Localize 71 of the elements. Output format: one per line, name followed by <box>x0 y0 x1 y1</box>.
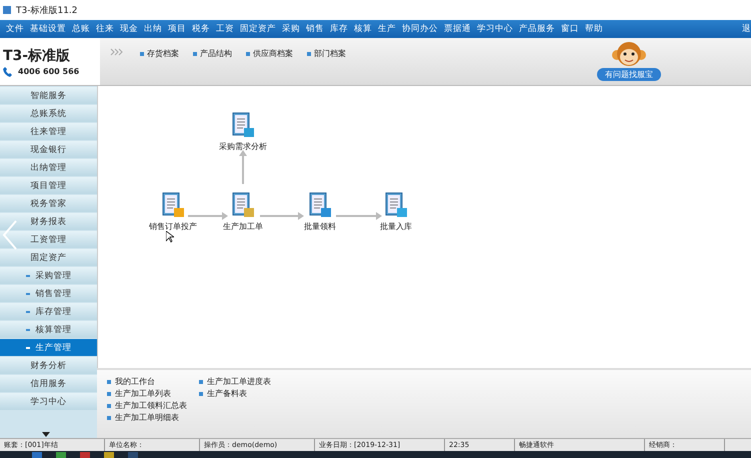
menu-item[interactable]: 学习中心 <box>477 23 513 35</box>
flow-arrow <box>239 150 247 184</box>
monkey-mascot-icon <box>611 40 647 68</box>
clipboard-icon[interactable] <box>231 191 255 219</box>
sidebar-item[interactable]: 出纳管理 <box>0 159 97 176</box>
sidebar-item[interactable]: 库存管理 <box>0 303 97 320</box>
clipboard-icon[interactable] <box>161 191 185 219</box>
menu-item[interactable]: 退 <box>742 23 751 35</box>
flow-node-label[interactable]: 生产加工单 <box>223 221 263 232</box>
flow-node-label[interactable]: 批量入库 <box>380 221 412 232</box>
sidebar-item[interactable]: 工资管理 <box>0 231 97 248</box>
sidebar-item[interactable]: 项目管理 <box>0 177 97 194</box>
menu-item[interactable]: 文件 <box>6 23 24 35</box>
sidebar-item[interactable]: 生产管理 <box>0 339 97 356</box>
menu-item[interactable]: 销售 <box>306 23 324 35</box>
sidebar-item[interactable]: 税务管家 <box>0 195 97 212</box>
sidebar-item[interactable]: 智能服务 <box>0 87 97 104</box>
sidebar-item[interactable]: 采购管理 <box>0 267 97 284</box>
report-link[interactable]: 生产备料表 <box>199 388 271 399</box>
menu-item[interactable]: 采购 <box>282 23 300 35</box>
sidebar-item[interactable]: 现金银行 <box>0 141 97 158</box>
sidebar-item[interactable]: 往来管理 <box>0 123 97 140</box>
flow-node-label[interactable]: 销售订单投产 <box>149 221 197 232</box>
flow-node-label[interactable]: 采购需求分析 <box>219 141 267 152</box>
sidebar-item[interactable]: 核算管理 <box>0 321 97 338</box>
quick-link[interactable]: 部门档案 <box>307 48 346 59</box>
menu-item[interactable]: 帮助 <box>585 23 603 35</box>
menu-item[interactable]: 总账 <box>72 23 90 35</box>
product-logo: T3-标准版 <box>3 46 72 64</box>
menu-item[interactable]: 窗口 <box>561 23 579 35</box>
help-button[interactable]: 有问题找服宝 <box>597 68 661 81</box>
menu-item[interactable]: 基础设置 <box>30 23 66 35</box>
menu-item[interactable]: 库存 <box>330 23 348 35</box>
report-link[interactable]: 生产加工单进度表 <box>199 376 271 387</box>
clipboard-icon[interactable] <box>384 191 408 219</box>
phone-icon <box>3 66 12 76</box>
sidebar-item[interactable]: 财务分析 <box>0 357 97 374</box>
app-icon <box>2 5 12 15</box>
menu-item[interactable]: 生产 <box>378 23 396 35</box>
sidebar-item[interactable]: 财务报表 <box>0 213 97 230</box>
clipboard-icon[interactable] <box>308 191 332 219</box>
flow-arrow <box>188 212 228 220</box>
cursor-icon <box>166 231 174 243</box>
quick-link[interactable]: 存货档案 <box>140 48 179 59</box>
menu-item[interactable]: 固定资产 <box>240 23 276 35</box>
menu-item[interactable]: 核算 <box>354 23 372 35</box>
menu-item[interactable]: 协同办公 <box>402 23 438 35</box>
menu-item[interactable]: 产品服务 <box>519 23 555 35</box>
flow-arrow <box>336 212 382 220</box>
report-link[interactable]: 我的工作台 <box>107 376 187 387</box>
phone-number: 4006 600 566 <box>18 67 80 76</box>
sidebar-item[interactable]: 信用服务 <box>0 375 97 392</box>
menu-item[interactable]: 现金 <box>120 23 138 35</box>
menu-item[interactable]: 项目 <box>168 23 186 35</box>
menu-item[interactable]: 往来 <box>96 23 114 35</box>
flow-arrow <box>260 212 304 220</box>
menu-item[interactable]: 税务 <box>192 23 210 35</box>
sidebar-item[interactable]: 学习中心 <box>0 393 97 410</box>
sidebar-item[interactable]: 固定资产 <box>0 249 97 266</box>
sidebar-item[interactable]: 销售管理 <box>0 285 97 302</box>
menu-item[interactable]: 出纳 <box>144 23 162 35</box>
quick-link[interactable]: 产品结构 <box>193 48 232 59</box>
quick-link[interactable]: 供应商档案 <box>246 48 293 59</box>
sidebar-item[interactable]: 总账系统 <box>0 105 97 122</box>
report-link[interactable]: 生产加工领料汇总表 <box>107 400 187 411</box>
menu-item[interactable]: 票据通 <box>444 23 471 35</box>
menu-item[interactable]: 工资 <box>216 23 234 35</box>
report-link[interactable]: 生产加工单明细表 <box>107 412 187 423</box>
flow-node-label[interactable]: 批量领料 <box>304 221 336 232</box>
window-title: T3-标准版11.2 <box>16 4 78 16</box>
report-link[interactable]: 生产加工单列表 <box>107 388 187 399</box>
